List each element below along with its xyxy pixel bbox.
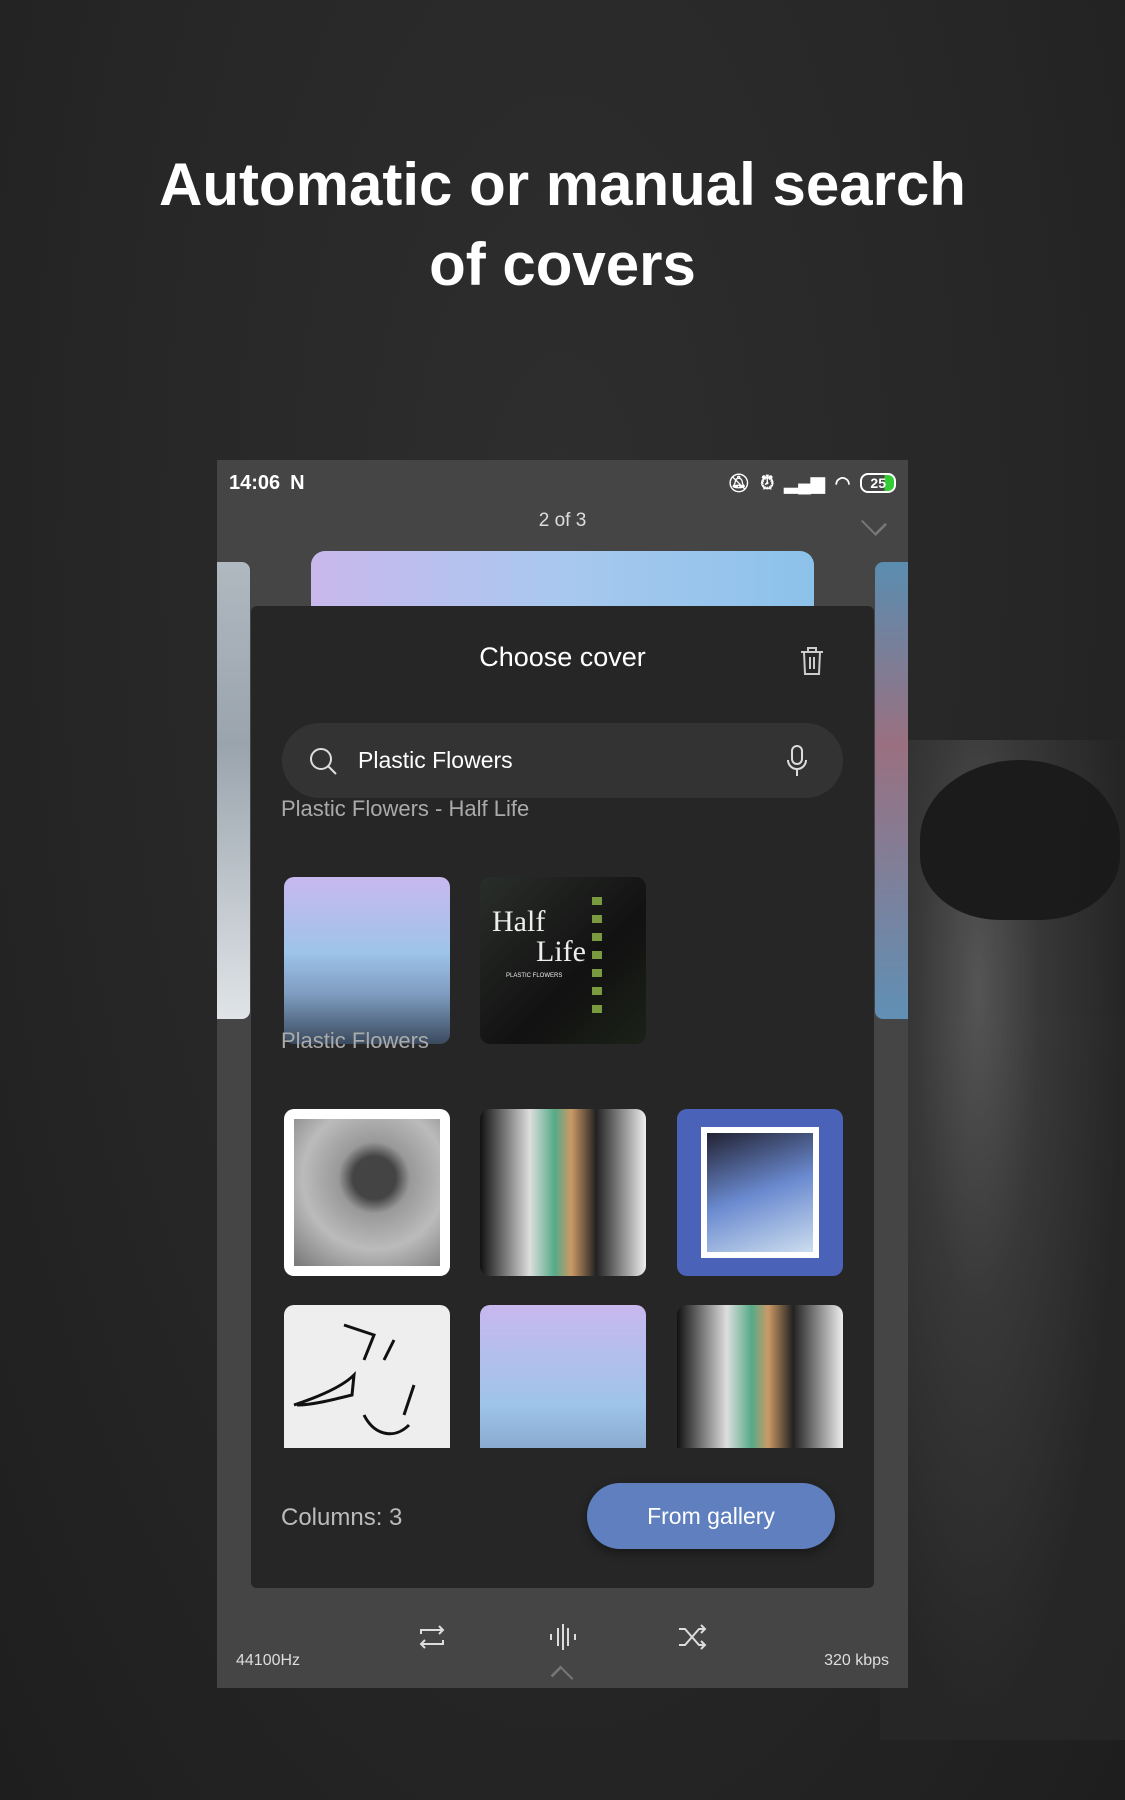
- search-input[interactable]: [358, 747, 787, 774]
- bitrate: 320 kbps: [824, 1652, 889, 1669]
- cover-option[interactable]: [480, 1109, 646, 1276]
- choose-cover-dialog: Choose cover Plastic Flowers - Half Life…: [251, 606, 874, 1588]
- cover-option[interactable]: Half Life PLASTIC FLOWERS: [480, 877, 646, 1044]
- cover-text: Half: [492, 905, 546, 938]
- headline: Automatic or manual search of covers: [0, 145, 1125, 305]
- chevron-up-icon[interactable]: [550, 1665, 574, 1688]
- cover-option[interactable]: [677, 1109, 843, 1276]
- cover-option[interactable]: [480, 1305, 646, 1472]
- sample-rate: 44100Hz: [236, 1652, 301, 1669]
- section-label: Plastic Flowers - Half Life: [281, 796, 530, 821]
- equalizer-icon[interactable]: [548, 1622, 578, 1652]
- dialog-title: Choose cover: [479, 642, 646, 672]
- search-bar: [282, 723, 843, 798]
- section-label: Plastic Flowers: [281, 1028, 429, 1053]
- status-time: 14:06: [229, 471, 281, 494]
- repeat-icon[interactable]: [417, 1622, 447, 1652]
- microphone-icon[interactable]: [787, 744, 807, 777]
- headline-line2: of covers: [429, 231, 696, 298]
- search-icon: [310, 747, 337, 775]
- headline-line1: Automatic or manual search: [159, 151, 966, 218]
- cover-option[interactable]: [284, 1305, 450, 1472]
- status-bar: 14:06 N 🔕︎ ⏰︎ ▂▄▆ ◠ 25: [229, 470, 896, 496]
- next-cover[interactable]: [875, 562, 908, 1019]
- signal-icon: ▂▄▆: [784, 472, 825, 493]
- cover-text: PLASTIC FLOWERS: [506, 973, 563, 979]
- mute-icon: 🔕︎: [727, 472, 751, 493]
- from-gallery-button[interactable]: From gallery: [587, 1483, 835, 1549]
- previous-cover[interactable]: [217, 562, 250, 1019]
- wifi-icon: ◠: [834, 472, 851, 493]
- trash-icon[interactable]: [800, 646, 824, 676]
- pager: 2 of 3: [538, 510, 587, 531]
- background-photo: [880, 740, 1125, 1740]
- phone-screen: 14:06 N 🔕︎ ⏰︎ ▂▄▆ ◠ 25 2 of 3 Choose cov…: [217, 460, 908, 1688]
- battery-icon: 25: [860, 473, 896, 493]
- shuffle-icon[interactable]: [677, 1622, 707, 1652]
- player-controls: 44100Hz 320 kbps: [217, 1600, 908, 1688]
- alarm-icon: ⏰︎: [760, 472, 775, 493]
- cover-option[interactable]: [677, 1305, 843, 1472]
- cover-option[interactable]: [284, 877, 450, 1044]
- cover-text: Life: [536, 935, 586, 968]
- columns-setting[interactable]: Columns: 3: [281, 1504, 402, 1532]
- n-icon: N: [290, 471, 305, 494]
